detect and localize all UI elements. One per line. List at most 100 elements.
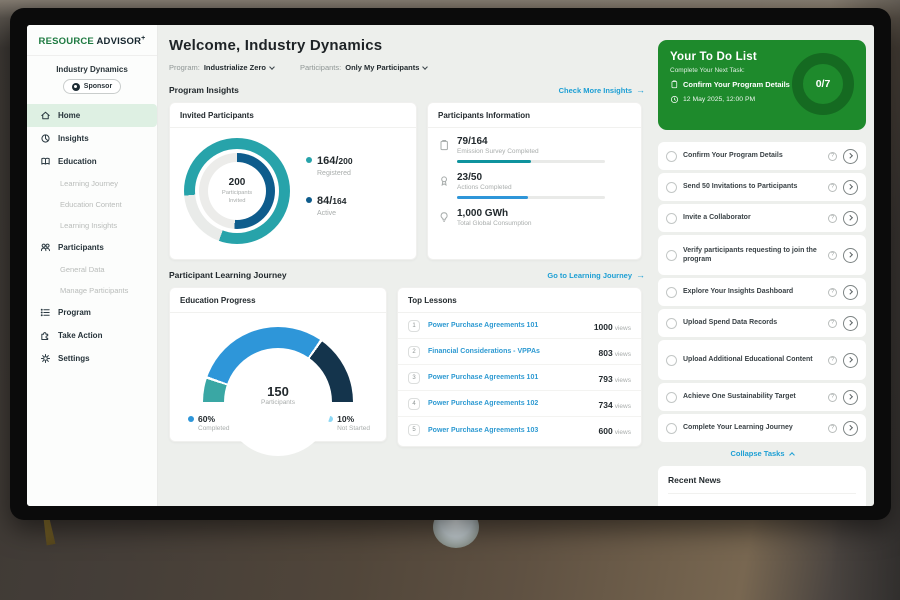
arrow-right-icon: → <box>636 271 645 280</box>
donut-center-label: Participants Invited <box>215 190 259 204</box>
sidebar-item-program[interactable]: Program <box>27 301 157 324</box>
stat-emission-survey: 79/164 Emission Survey Completed <box>438 136 629 163</box>
task-row-2[interactable]: Send 50 Invitations to Participants ? <box>658 173 866 201</box>
program-filter[interactable]: Program: Industrialize Zero <box>169 63 274 72</box>
task-checkbox[interactable] <box>666 250 677 261</box>
chevron-right-button[interactable] <box>843 285 858 300</box>
clock-icon <box>670 95 679 104</box>
task-checkbox[interactable] <box>666 151 677 162</box>
photo-background: RESOURCE ADVISOR+ Industry Dynamics Spon… <box>0 0 900 600</box>
clipboard-icon <box>438 139 450 151</box>
task-checkbox[interactable] <box>666 287 677 298</box>
lesson-link[interactable]: Power Purchase Agreements 101 <box>428 322 586 329</box>
task-row-8[interactable]: Achieve One Sustainability Target ? <box>658 383 866 411</box>
chevron-right-button[interactable] <box>843 421 858 436</box>
chevron-right-button[interactable] <box>843 149 858 164</box>
todo-progress-ring: 0/7 <box>792 53 854 115</box>
task-checkbox[interactable] <box>666 392 677 403</box>
chevron-right-button[interactable] <box>843 316 858 331</box>
task-row-3[interactable]: Invite a Collaborator ? <box>658 204 866 232</box>
lesson-link[interactable]: Power Purchase Agreements 103 <box>428 427 591 434</box>
gauge-center-value: 150 <box>203 384 353 399</box>
lesson-link[interactable]: Power Purchase Agreements 102 <box>428 400 591 407</box>
logo-advisor: ADVISOR <box>96 36 141 47</box>
sidebar: RESOURCE ADVISOR+ Industry Dynamics Spon… <box>27 25 158 506</box>
task-row-5[interactable]: Explore Your Insights Dashboard ? <box>658 278 866 306</box>
chevron-right-button[interactable] <box>843 180 858 195</box>
help-icon[interactable]: ? <box>828 214 837 223</box>
chevron-up-icon <box>789 452 795 458</box>
help-icon[interactable]: ? <box>828 288 837 297</box>
task-row-9[interactable]: Complete Your Learning Journey ? <box>658 414 866 442</box>
lesson-row-1[interactable]: 1 Power Purchase Agreements 101 1000view… <box>398 313 641 339</box>
logo-plus: + <box>141 35 145 42</box>
sidebar-item-learning-insights[interactable]: Learning Insights <box>27 215 157 236</box>
task-row-1[interactable]: Confirm Your Program Details ? <box>658 142 866 170</box>
chevron-right-button[interactable] <box>843 211 858 226</box>
monitor-bezel: RESOURCE ADVISOR+ Industry Dynamics Spon… <box>10 8 891 520</box>
main-content: Welcome, Industry Dynamics Program: Indu… <box>158 25 654 506</box>
task-checkbox[interactable] <box>666 318 677 329</box>
invited-participants-card-title: Invited Participants <box>170 103 416 128</box>
page-title: Welcome, Industry Dynamics <box>169 37 645 54</box>
check-more-insights-link[interactable]: Check More Insights → <box>559 86 645 95</box>
chevron-right-button[interactable] <box>843 353 858 368</box>
chevron-right-button[interactable] <box>843 248 858 263</box>
sidebar-item-general-data[interactable]: General Data <box>27 259 157 280</box>
task-row-4[interactable]: Verify participants requesting to join t… <box>658 235 866 275</box>
help-icon[interactable]: ? <box>828 356 837 365</box>
program-insights-title: Program Insights <box>169 85 239 95</box>
task-row-6[interactable]: Upload Spend Data Records ? <box>658 309 866 337</box>
task-checkbox[interactable] <box>666 423 677 434</box>
lesson-row-2[interactable]: 2 Financial Considerations - VPPAs 803vi… <box>398 339 641 365</box>
bulb-icon <box>438 211 450 223</box>
arrow-right-icon: → <box>636 86 645 95</box>
sidebar-item-education-content[interactable]: Education Content <box>27 194 157 215</box>
education-icon <box>40 156 51 167</box>
sidebar-item-participants[interactable]: Participants <box>27 236 157 259</box>
sidebar-item-take-action[interactable]: Take Action <box>27 324 157 347</box>
task-checkbox[interactable] <box>666 182 677 193</box>
todo-header-card: Your To Do List Complete Your Next Task:… <box>658 40 866 130</box>
donut-legend: 164/200 Registered 84/164 Active <box>306 151 353 231</box>
help-icon[interactable]: ? <box>828 251 837 260</box>
invited-participants-donut-chart: 200 Participants Invited <box>184 138 290 244</box>
sidebar-item-learning-journey[interactable]: Learning Journey <box>27 173 157 194</box>
lesson-row-4[interactable]: 4 Power Purchase Agreements 102 734views <box>398 391 641 417</box>
help-icon[interactable]: ? <box>828 183 837 192</box>
task-row-7[interactable]: Upload Additional Educational Content ? <box>658 340 866 380</box>
lesson-link[interactable]: Financial Considerations - VPPAs <box>428 348 591 355</box>
todo-task-list: Confirm Your Program Details ? Send 50 I… <box>658 142 866 442</box>
lesson-row-5[interactable]: 5 Power Purchase Agreements 103 600views <box>398 417 641 443</box>
help-icon[interactable]: ? <box>828 152 837 161</box>
chevron-down-icon <box>269 64 275 70</box>
sidebar-item-home[interactable]: Home <box>27 104 157 127</box>
sidebar-item-education[interactable]: Education <box>27 150 157 173</box>
insights-icon <box>40 133 51 144</box>
app-logo: RESOURCE ADVISOR+ <box>27 35 157 56</box>
sidebar-item-insights[interactable]: Insights <box>27 127 157 150</box>
logo-resource: RESOURCE <box>39 36 94 47</box>
sidebar-item-settings[interactable]: Settings <box>27 347 157 370</box>
settings-icon <box>40 353 51 364</box>
top-lessons-card: Top Lessons 1 Power Purchase Agreements … <box>397 287 642 447</box>
sidebar-item-manage-participants[interactable]: Manage Participants <box>27 280 157 301</box>
help-icon[interactable]: ? <box>828 424 837 433</box>
top-lessons-card-title: Top Lessons <box>398 288 641 313</box>
task-checkbox[interactable] <box>666 213 677 224</box>
program-icon <box>40 307 51 318</box>
participants-information-card-title: Participants Information <box>428 103 641 128</box>
help-icon[interactable]: ? <box>828 393 837 402</box>
filters-row: Program: Industrialize Zero Participants… <box>169 63 645 72</box>
go-to-learning-journey-link[interactable]: Go to Learning Journey → <box>547 271 645 280</box>
badge-icon <box>438 175 450 187</box>
dashboard-screen: RESOURCE ADVISOR+ Industry Dynamics Spon… <box>27 25 874 506</box>
help-icon[interactable]: ? <box>828 319 837 328</box>
lesson-link[interactable]: Power Purchase Agreements 101 <box>428 374 591 381</box>
chevron-right-button[interactable] <box>843 390 858 405</box>
lesson-row-3[interactable]: 3 Power Purchase Agreements 101 793views <box>398 365 641 391</box>
participants-filter[interactable]: Participants: Only My Participants <box>300 63 427 72</box>
collapse-tasks-link[interactable]: Collapse Tasks <box>658 445 866 461</box>
task-checkbox[interactable] <box>666 355 677 366</box>
education-progress-card: Education Progress 150 Participants 60 <box>169 287 387 442</box>
